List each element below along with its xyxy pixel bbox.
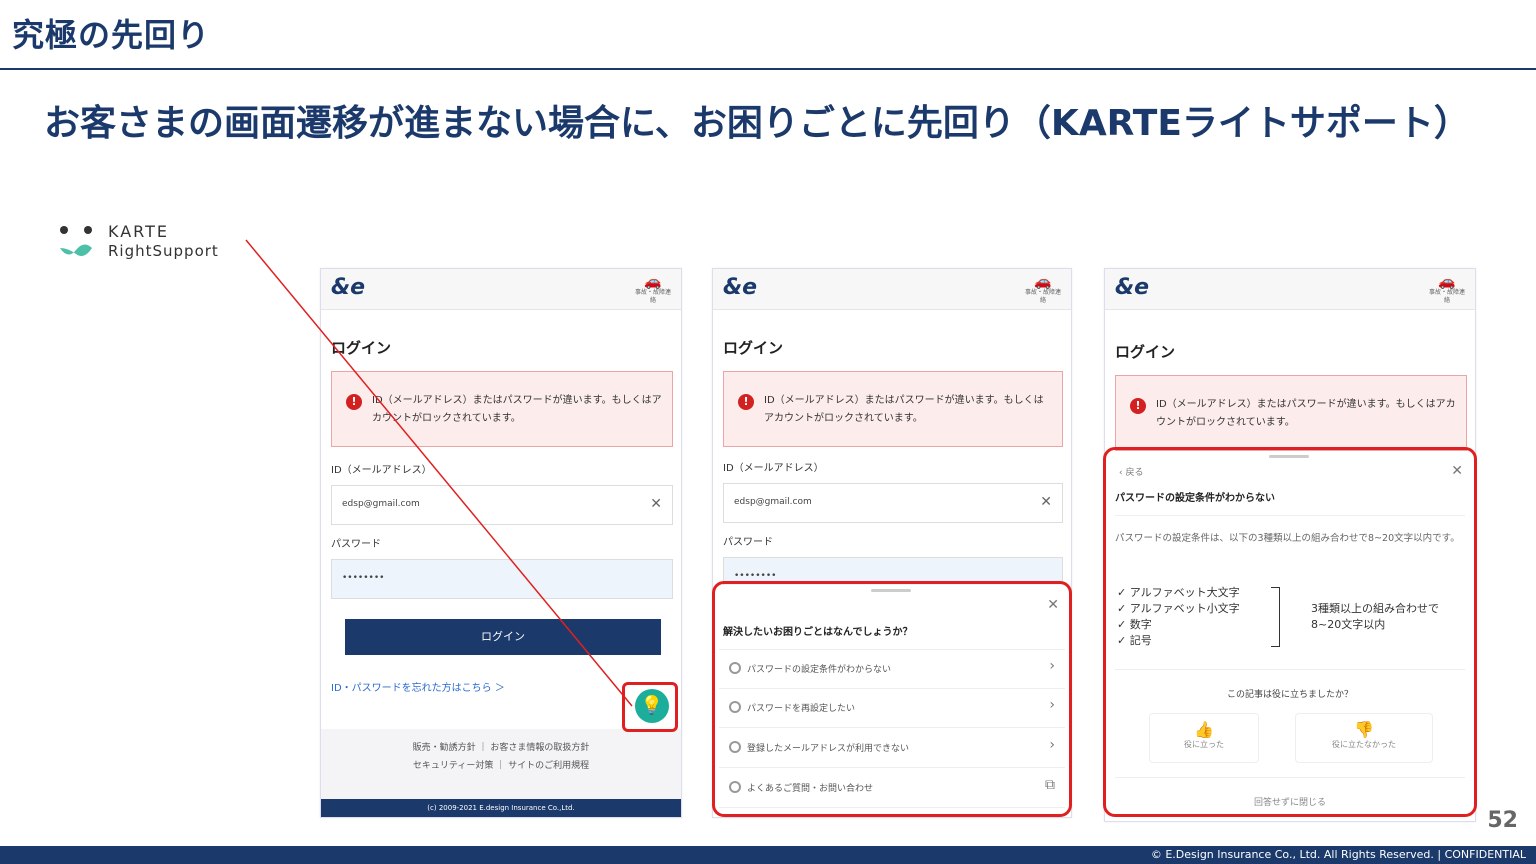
article-highlight [1103, 447, 1477, 817]
password-input[interactable]: •••••••• [331, 559, 673, 599]
id-label: ID（メールアドレス） [331, 465, 432, 476]
id-input[interactable]: edsp@gmail.com ✕ [331, 485, 673, 525]
app-header: &e 🚗 事故・故障連絡 [1105, 269, 1475, 310]
brand-logo[interactable]: &e [723, 275, 757, 300]
error-alert: ! ID（メールアドレス）またはパスワードが違います。もしくはアカウントがロック… [331, 371, 673, 447]
footer-link-row[interactable]: 販売・勧誘方針 ｜ お客さま情報の取扱方針 [321, 739, 681, 757]
accident-contact-icon[interactable]: 🚗 事故・故障連絡 [1427, 275, 1467, 305]
accident-contact-label: 事故・故障連絡 [1024, 289, 1061, 304]
logo-wave-icon [60, 244, 92, 256]
footer-link-row[interactable]: セキュリティー対策 ｜ サイトのご利用規程 [321, 757, 681, 775]
sheet-highlight [712, 581, 1072, 817]
accident-contact-icon[interactable]: 🚗 事故・故障連絡 [633, 275, 673, 305]
clear-icon[interactable]: ✕ [650, 496, 662, 512]
password-value: •••••••• [342, 573, 385, 583]
error-message: ID（メールアドレス）またはパスワードが違います。もしくはアカウントがロックされ… [1156, 399, 1456, 428]
accident-contact-label: 事故・故障連絡 [1428, 289, 1465, 304]
id-label: ID（メールアドレス） [723, 463, 824, 474]
slide-title: 究極の先回り [12, 16, 211, 54]
error-alert: ! ID（メールアドレス）またはパスワードが違います。もしくはアカウントがロック… [1115, 375, 1467, 451]
brand-logo[interactable]: &e [331, 275, 365, 300]
page-number: 52 [1487, 808, 1518, 833]
id-input[interactable]: edsp@gmail.com ✕ [723, 483, 1063, 523]
footer-bar: © E.Design Insurance Co., Ltd. All Right… [0, 846, 1536, 864]
login-button[interactable]: ログイン [345, 619, 661, 655]
id-value: edsp@gmail.com [342, 499, 420, 509]
accident-contact-label: 事故・故障連絡 [634, 289, 671, 304]
error-icon: ! [1130, 398, 1146, 414]
login-heading: ログイン [331, 339, 392, 357]
title-divider [0, 68, 1536, 70]
id-value: edsp@gmail.com [734, 497, 812, 507]
password-value: •••••••• [734, 571, 777, 581]
logo-text-karte: KARTE [108, 222, 169, 241]
logo-text-rightsupport: RightSupport [108, 242, 219, 260]
error-message: ID（メールアドレス）またはパスワードが違います。もしくはアカウントがロックされ… [764, 395, 1044, 424]
phone-screen-1: &e 🚗 事故・故障連絡 ログイン ! ID（メールアドレス）またはパスワードが違… [320, 268, 682, 818]
password-label: パスワード [723, 537, 773, 548]
copyright: (c) 2009-2021 E.design Insurance Co.,Ltd… [321, 799, 681, 817]
karte-rightsupport-logo: KARTE RightSupport [58, 222, 258, 266]
login-heading: ログイン [1115, 343, 1176, 361]
accident-contact-icon[interactable]: 🚗 事故・故障連絡 [1023, 275, 1063, 305]
app-header: &e 🚗 事故・故障連絡 [713, 269, 1071, 310]
forgot-link[interactable]: ID・パスワードを忘れた方はこちら ＞ [331, 679, 505, 694]
error-icon: ! [738, 394, 754, 410]
app-header: &e 🚗 事故・故障連絡 [321, 269, 681, 310]
error-message: ID（メールアドレス）またはパスワードが違います。もしくはアカウントがロックされ… [372, 395, 662, 424]
fab-highlight [622, 682, 678, 732]
error-icon: ! [346, 394, 362, 410]
brand-logo[interactable]: &e [1115, 275, 1149, 300]
clear-icon[interactable]: ✕ [1040, 494, 1052, 510]
slide-headline: お客さまの画面遷移が進まない場合に、お困りごとに先回り（KARTEライトサポート… [44, 103, 1470, 144]
login-heading: ログイン [723, 339, 784, 357]
footer-copyright: © E.Design Insurance Co., Ltd. All Right… [1150, 848, 1526, 861]
error-alert: ! ID（メールアドレス）またはパスワードが違います。もしくはアカウントがロック… [723, 371, 1063, 447]
password-label: パスワード [331, 539, 381, 550]
